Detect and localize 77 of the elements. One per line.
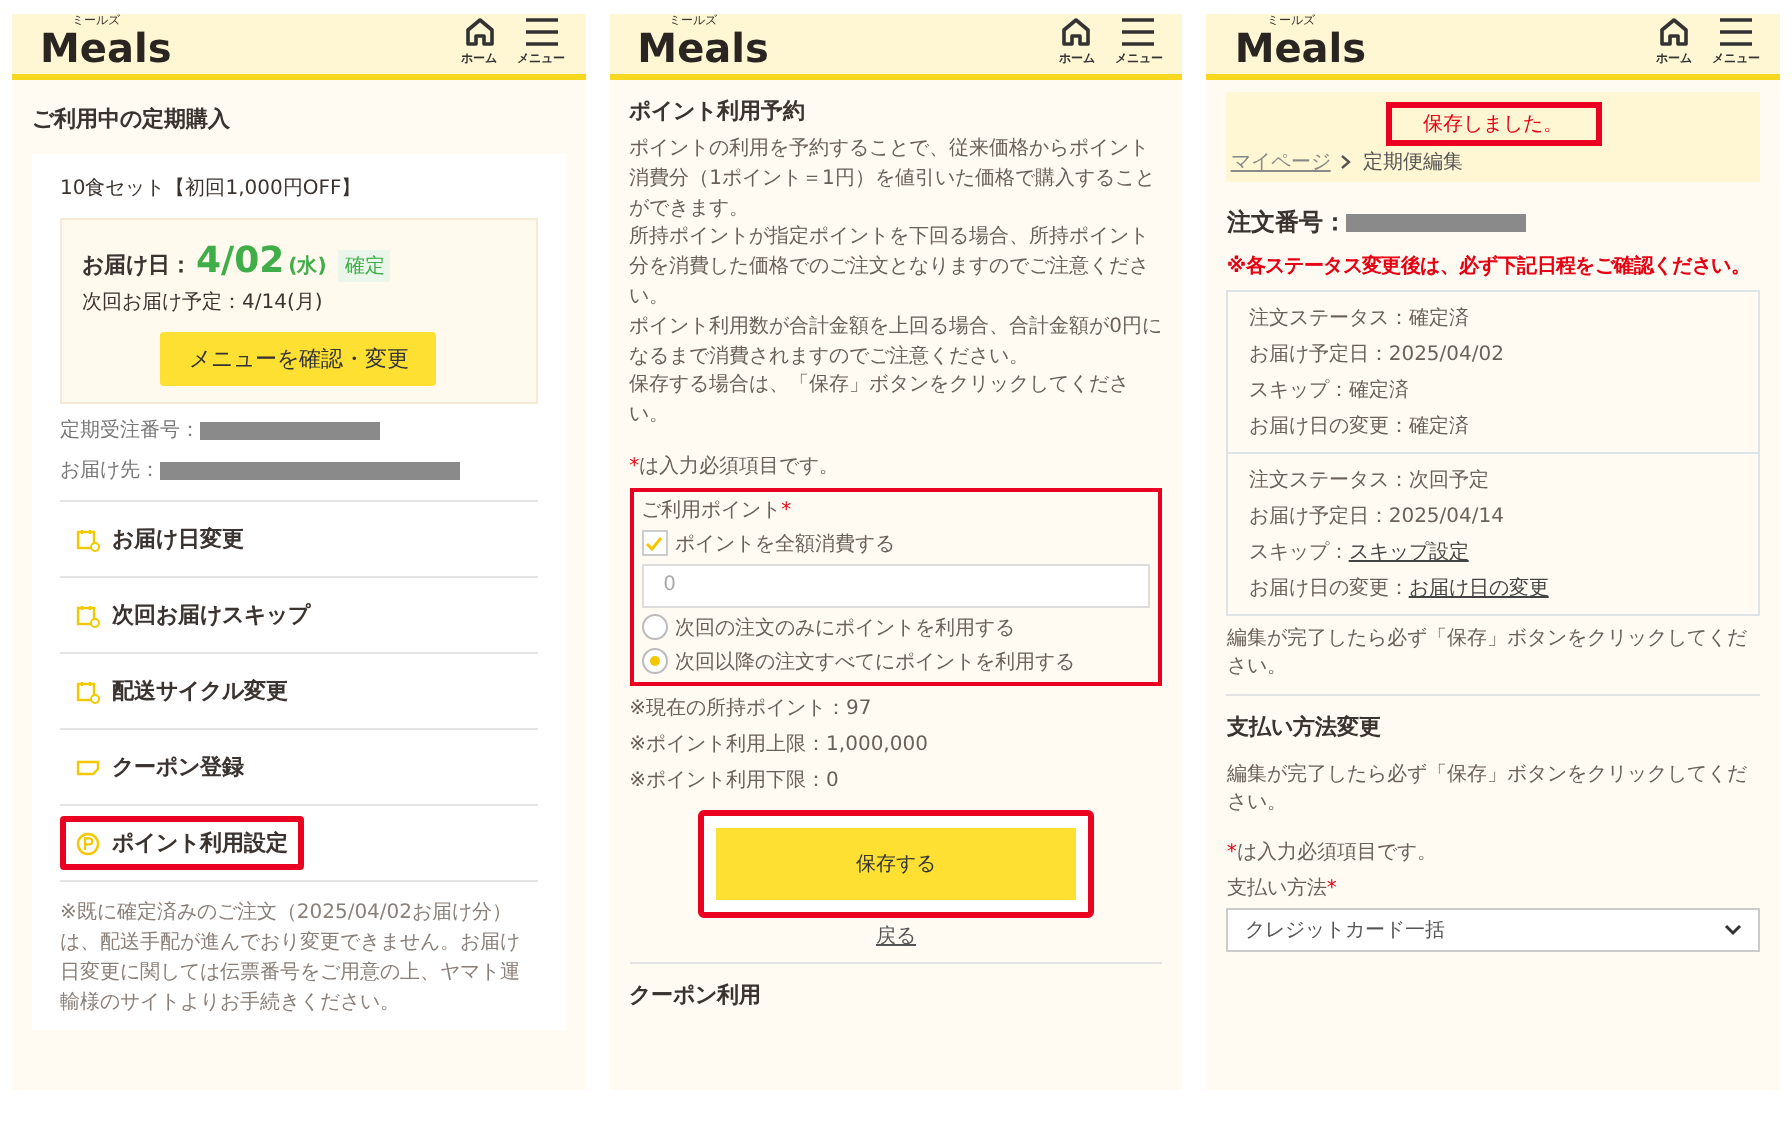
radio-option[interactable]: 次回の注文のみにポイントを利用する [641, 613, 1151, 642]
schedule-label: スキップ： [1248, 380, 1349, 402]
description-text: 所持ポイントが指定ポイントを下回る場合、所持ポイント分を消費した価格でのご注文となりますのでご注意ください。 [629, 224, 1152, 312]
schedule-label: お届け日の変更： [1248, 416, 1409, 438]
schedule-label: お届け予定日： [1248, 344, 1389, 366]
saved-message: 保存しました。 [1385, 102, 1602, 146]
delivery-weekday: (水) [288, 253, 327, 280]
order-number-label: 注文番号： [1226, 206, 1347, 240]
schedule-value: 確定済 [1348, 380, 1409, 402]
required-note: *は入力必須項目です。 [1226, 839, 1439, 866]
points-info-text: ※現在の所持ポイント：97 [629, 695, 874, 722]
home-icon [463, 16, 496, 48]
breadcrumb-current: 定期便編集 [1362, 149, 1463, 176]
points-info-text: ※ポイント利用下限：0 [629, 767, 841, 794]
checkbox[interactable] [641, 530, 668, 557]
menu-icon [1718, 16, 1755, 48]
radio-button[interactable] [641, 614, 668, 641]
required-note: *は入力必須項目です。 [629, 453, 842, 480]
product-name: 10食セット【初回1,000円OFF】 [60, 175, 364, 202]
next-delivery: 次回お届け予定：4/14(月) [82, 289, 325, 316]
field-label: 支払い方法* [1226, 875, 1339, 902]
schedule-label: 注文ステータス： [1248, 470, 1409, 492]
ticket-icon [76, 755, 100, 779]
schedule-value: 確定済 [1408, 416, 1469, 438]
full-points-checkbox[interactable]: ポイントを全額消費する [641, 529, 1151, 558]
points-info-text: ※ポイント利用上限：1,000,000 [629, 731, 930, 758]
home-icon [1060, 16, 1093, 48]
description-text: ポイント利用数が合計金額を上回る場合、合計金額が0円になるまで消費されますのでご注意ください。 [629, 313, 1163, 372]
schedule-value: 2025/04/02 [1388, 344, 1504, 366]
schedule-link[interactable]: お届け日の変更 [1408, 578, 1549, 600]
description-text: 保存する場合は、「保存」ボタンをクリックしてください。 [629, 372, 1132, 431]
schedule-label: 注文ステータス： [1248, 308, 1409, 330]
info-label: 定期受注番号： [60, 417, 200, 444]
menu-item[interactable]: お届け日変更 [60, 512, 260, 566]
logo[interactable]: Meals [637, 28, 769, 68]
notice-text: ※既に確定済みのご注文（2025/04/02お届け分）は、配送手配が進んでおり変更できません。お届け日変更に関しては伝票番号をご用意の上、ヤマト運輸様のサイトよりお手続きください。 [60, 899, 522, 1018]
edit-note: 編集が完了したら必ず「保存」ボタンをクリックしてください。 [1226, 762, 1749, 818]
chevron-down-icon [1724, 924, 1743, 936]
section-title: 支払い方法変更 [1226, 712, 1383, 742]
calendar-edit-icon [76, 527, 100, 551]
radio-option[interactable]: 次回以降の注文すべてにポイントを利用する [641, 647, 1151, 676]
point-coin-icon [76, 831, 100, 855]
schedule-value: 確定済 [1408, 308, 1469, 330]
back-link[interactable]: 戻る [876, 921, 916, 950]
delivery-date: 4/02 [196, 240, 285, 282]
schedule-link[interactable]: スキップ設定 [1348, 542, 1469, 564]
menu-item[interactable]: ポイント利用設定 [60, 816, 304, 870]
warning-text: ※各ステータス変更後は、必ず下記日程をご確認ください。 [1226, 252, 1752, 280]
edit-note: 編集が完了したら必ず「保存」ボタンをクリックしてください。 [1226, 626, 1749, 682]
schedule-value: 次回予定 [1408, 470, 1489, 492]
logo[interactable]: Meals [40, 28, 172, 68]
save-button[interactable]: 保存する [716, 827, 1076, 900]
chevron-right-icon [1340, 154, 1353, 170]
schedule-label: お届け予定日： [1248, 506, 1389, 528]
calendar-skip-icon [76, 603, 100, 627]
menu-item[interactable]: 次回お届けスキップ [60, 588, 326, 642]
menu-icon [1120, 16, 1157, 48]
description-text: ポイントの利用を予約することで、従来価格からポイント消費分（1ポイント＝1円）を値引いた価格で購入することができます。 [629, 136, 1157, 224]
schedule-label: スキップ： [1248, 542, 1349, 564]
calendar-cycle-icon [76, 679, 100, 703]
menu-change-button[interactable]: メニューを確認・変更 [160, 332, 437, 386]
menu-icon [523, 16, 560, 48]
page-title: ご利用中の定期購入 [32, 104, 232, 134]
menu-item[interactable]: 配送サイクル変更 [60, 664, 304, 718]
menu-item[interactable]: クーポン登録 [60, 740, 260, 794]
radio-button[interactable] [641, 648, 668, 675]
section-title: ポイント利用予約 [629, 96, 808, 126]
section-title: クーポン利用 [629, 979, 764, 1010]
info-label: お届け先： [60, 457, 160, 484]
logo[interactable]: Meals [1234, 28, 1367, 68]
schedule-value: 2025/04/14 [1388, 506, 1504, 528]
home-icon [1658, 16, 1691, 48]
schedule-label: お届け日の変更： [1248, 578, 1409, 600]
status-badge: 確定 [338, 250, 391, 282]
delivery-label: お届け日： [82, 250, 192, 280]
payment-method-select[interactable]: クレジットカード一括 [1226, 908, 1761, 952]
field-label: ご利用ポイント* [641, 497, 794, 524]
